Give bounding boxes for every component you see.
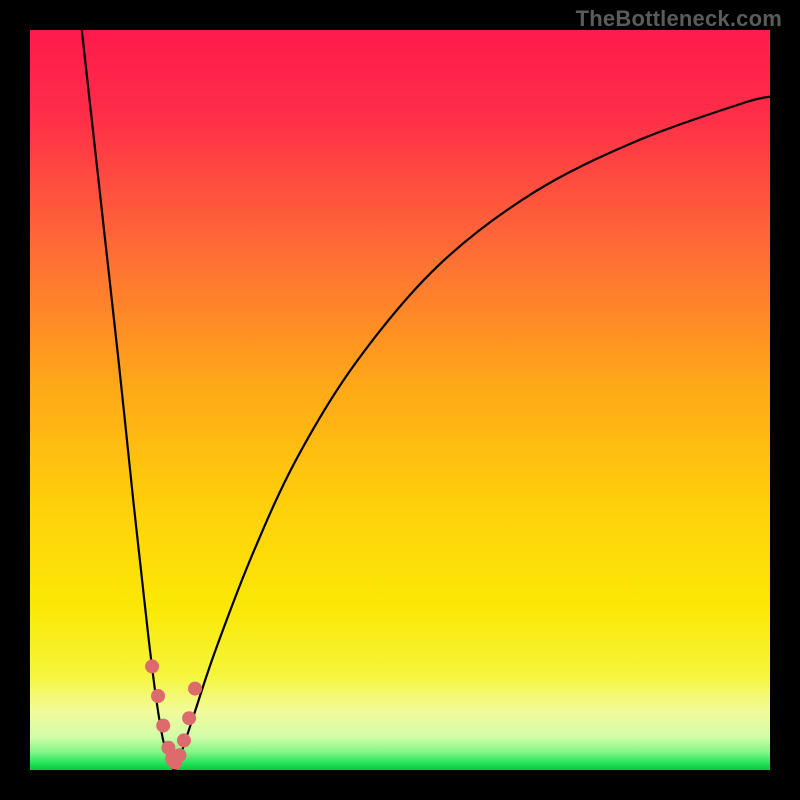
highlight-marker: [145, 659, 159, 673]
highlight-marker: [188, 682, 202, 696]
bottleneck-curve: [82, 30, 770, 770]
highlight-marker: [156, 719, 170, 733]
highlight-marker: [172, 748, 186, 762]
highlight-marker: [177, 733, 191, 747]
watermark-text: TheBottleneck.com: [576, 6, 782, 32]
curve-layer: [30, 30, 770, 770]
plot-area: [30, 30, 770, 770]
highlight-marker: [151, 689, 165, 703]
highlight-marker: [182, 711, 196, 725]
chart-frame: TheBottleneck.com: [0, 0, 800, 800]
